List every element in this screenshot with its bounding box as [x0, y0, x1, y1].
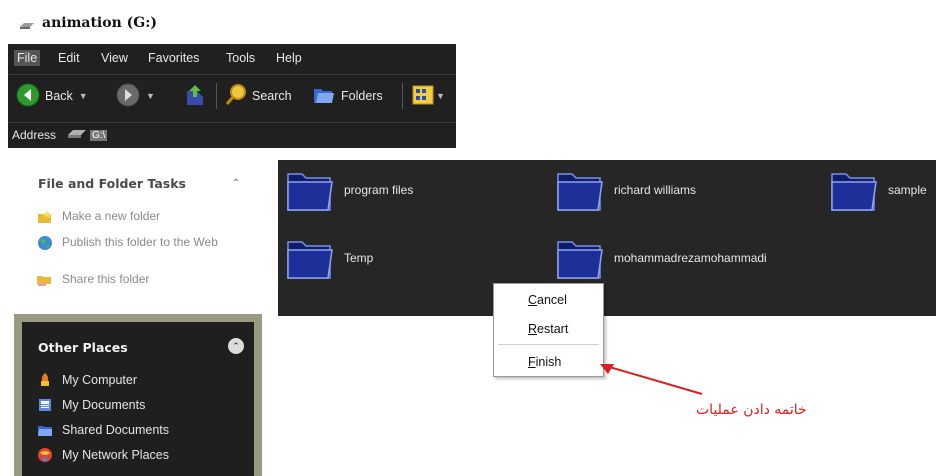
- mnemonic: F: [528, 355, 536, 369]
- address-label: Address: [12, 128, 57, 142]
- drive-icon: [20, 18, 34, 29]
- folder-name: mohammadrezamohammadi: [614, 251, 767, 265]
- menu-item-label: estart: [537, 322, 569, 336]
- menu-item-restart[interactable]: Restart: [528, 322, 568, 336]
- shared-folder-icon: [36, 422, 54, 438]
- place-my-documents[interactable]: My Documents: [36, 397, 145, 413]
- folder-name: richard williams: [614, 183, 697, 197]
- place-shared-documents[interactable]: Shared Documents: [36, 422, 169, 438]
- annotation-arrow-icon: [600, 364, 703, 395]
- folder-name: program files: [344, 183, 414, 197]
- folder-item[interactable]: mohammadrezamohammadi: [554, 234, 767, 282]
- share-folder-icon: [36, 272, 54, 288]
- address-value[interactable]: G:\: [90, 129, 108, 141]
- network-places-icon: [36, 447, 54, 463]
- forward-button[interactable]: ▼: [116, 83, 155, 109]
- my-documents-icon: [36, 397, 54, 413]
- search-button[interactable]: Search: [224, 83, 292, 109]
- up-folder-icon: [184, 83, 206, 110]
- explorer-chrome: File Edit View Favorites Tools Help Back…: [8, 44, 456, 148]
- search-label: Search: [252, 89, 292, 103]
- up-folder-button[interactable]: [184, 83, 206, 109]
- other-places-panel: Other Places ⌃ My Computer My Documents …: [14, 314, 262, 476]
- place-my-computer[interactable]: My Computer: [36, 372, 137, 388]
- folder-icon: [287, 173, 333, 211]
- mnemonic: R: [528, 322, 538, 336]
- menu-separator: [498, 344, 599, 345]
- menu-item-label: inish: [535, 355, 562, 369]
- task-label: Share this folder: [62, 272, 150, 286]
- task-publish-folder[interactable]: Publish this folder to the Web: [36, 235, 236, 251]
- back-dropdown-icon[interactable]: ▼: [79, 91, 88, 101]
- menu-edit[interactable]: Edit: [58, 51, 80, 65]
- folders-icon: [312, 83, 336, 110]
- folders-button[interactable]: Folders: [312, 83, 383, 109]
- folder-icon: [287, 241, 333, 279]
- menu-bar: File Edit View Favorites Tools Help: [8, 44, 456, 72]
- folders-label: Folders: [341, 89, 383, 103]
- task-share-folder[interactable]: Share this folder: [36, 272, 149, 288]
- search-icon: [224, 83, 248, 110]
- collapse-other-places-button[interactable]: ⌃: [228, 338, 244, 354]
- address-field[interactable]: G:\: [68, 126, 128, 144]
- views-dropdown-icon[interactable]: ▼: [436, 91, 445, 101]
- place-my-network-places[interactable]: My Network Places: [36, 447, 169, 463]
- folder-item[interactable]: program files: [284, 166, 413, 214]
- place-label: My Documents: [62, 398, 146, 412]
- folder-name: Temp: [344, 251, 374, 265]
- toolbar: Back ▼ ▼ Search Folders ▼: [8, 74, 456, 116]
- menu-favorites[interactable]: Favorites: [148, 51, 199, 65]
- forward-arrow-icon: [116, 83, 140, 110]
- my-computer-icon: [36, 372, 54, 388]
- globe-icon: [36, 235, 54, 251]
- other-places-body: Other Places ⌃ My Computer My Documents …: [22, 322, 254, 476]
- folder-icon: [557, 241, 603, 279]
- toolbar-separator: [402, 83, 403, 109]
- annotation-text: خاتمه دادن عملیات: [696, 402, 807, 418]
- menu-view[interactable]: View: [101, 51, 128, 65]
- task-label: Publish this folder to the Web: [62, 235, 218, 249]
- forward-dropdown-icon[interactable]: ▼: [146, 91, 155, 101]
- place-label: My Network Places: [62, 448, 169, 462]
- folder-item[interactable]: sample: [828, 166, 927, 214]
- other-places-title: Other Places: [38, 340, 128, 355]
- mnemonic: C: [528, 293, 538, 307]
- folder-icon: [557, 173, 603, 211]
- folder-item[interactable]: richard williams: [554, 166, 696, 214]
- folder-item[interactable]: Temp: [284, 234, 373, 282]
- folder-name: sample: [888, 183, 927, 197]
- drive-icon: [68, 128, 86, 142]
- file-folder-tasks-panel: File and Folder Tasks ⌃ Make a new folde…: [20, 165, 260, 295]
- menu-help[interactable]: Help: [276, 51, 302, 65]
- menu-tools[interactable]: Tools: [226, 51, 255, 65]
- context-menu: Cancel Restart Finish: [493, 283, 604, 377]
- menu-item-finish[interactable]: Finish: [528, 355, 561, 369]
- tasks-panel-title: File and Folder Tasks: [38, 176, 186, 191]
- task-make-new-folder[interactable]: Make a new folder: [36, 209, 160, 225]
- place-label: My Computer: [62, 373, 138, 387]
- task-label: Make a new folder: [62, 209, 161, 223]
- back-label: Back: [45, 89, 73, 103]
- back-arrow-icon: [16, 83, 40, 110]
- collapse-tasks-button[interactable]: ⌃: [228, 175, 244, 191]
- toolbar-separator: [216, 83, 217, 109]
- window-title: animation (G:): [42, 15, 158, 31]
- folder-icon: [831, 173, 877, 211]
- file-list-area[interactable]: program files richard williams sample Te…: [278, 160, 936, 316]
- views-icon: [412, 84, 434, 109]
- views-button[interactable]: ▼: [412, 83, 445, 109]
- menu-file[interactable]: File: [14, 50, 41, 66]
- back-button[interactable]: Back ▼: [16, 83, 88, 109]
- menu-item-label: ancel: [537, 293, 567, 307]
- menu-item-cancel[interactable]: Cancel: [528, 293, 567, 307]
- place-label: Shared Documents: [62, 423, 170, 437]
- address-bar: Address G:\: [8, 122, 456, 148]
- title-bar: animation (G:): [0, 0, 936, 42]
- new-folder-icon: [36, 209, 54, 225]
